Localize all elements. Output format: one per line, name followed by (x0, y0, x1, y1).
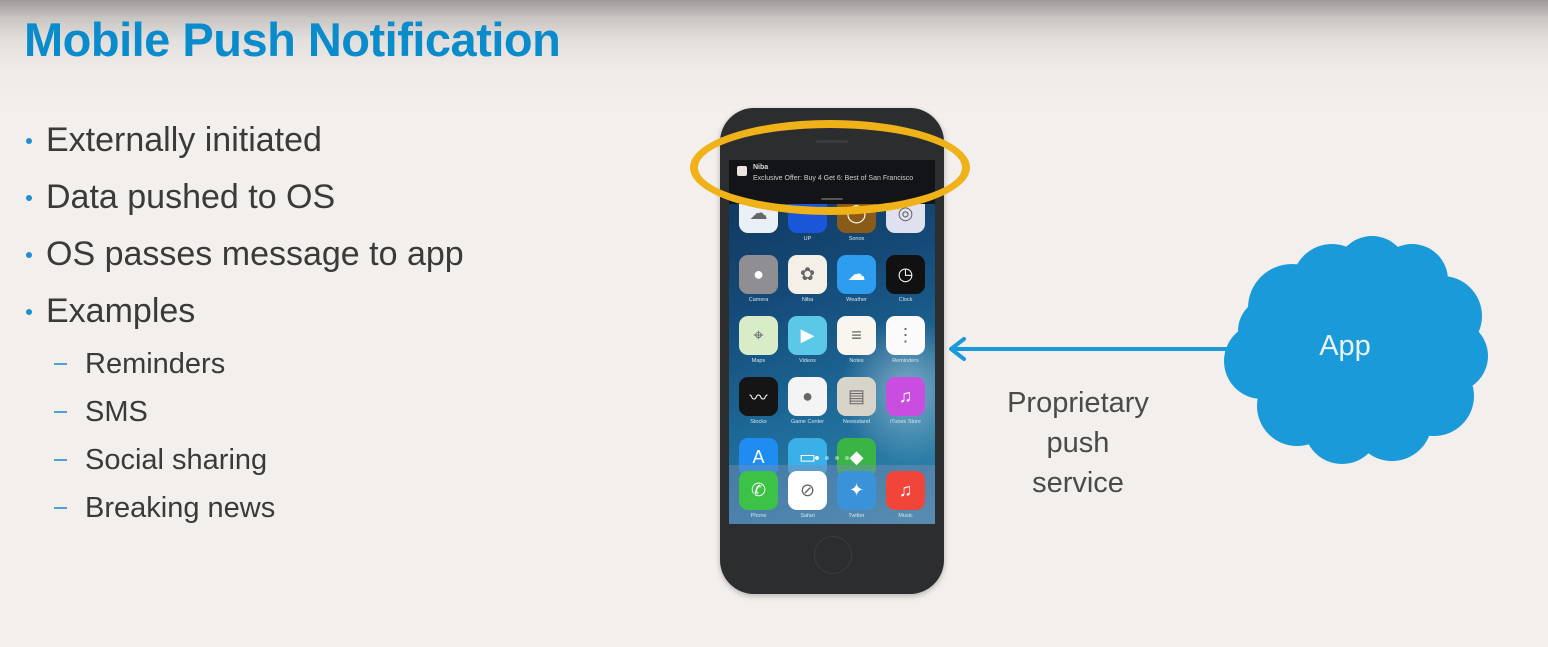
app-label: Niba (801, 297, 814, 303)
page-indicator (729, 456, 935, 460)
app-label: Newsstand (842, 419, 871, 425)
app-label: Music (898, 513, 913, 519)
highlight-ring (690, 120, 970, 215)
maps-icon: ⌖ (739, 316, 778, 355)
app-niba: ✿ Niba (783, 255, 832, 303)
bullet-text: OS passes message to app (46, 235, 464, 273)
bullet-text: Examples (46, 292, 196, 330)
page-dot (825, 456, 829, 460)
bullet-text: Data pushed to OS (46, 178, 336, 216)
sub-bullet-text: SMS (85, 395, 148, 428)
app-label: Maps (751, 358, 766, 364)
app-clock: ◷ Clock (881, 255, 930, 303)
app-videos: ▶ Videos (783, 316, 832, 364)
bullet-item: Data pushed to OS (22, 169, 464, 226)
app-label: Camera (748, 297, 769, 303)
sub-bullet-text: Social sharing (85, 443, 268, 476)
app-label: Twitter (848, 513, 865, 519)
sub-bullet-text: Reminders (85, 347, 226, 380)
sub-bullet-item: SMS (52, 388, 464, 436)
page-dot (815, 456, 819, 460)
bullet-item: OS passes message to app (22, 226, 464, 283)
stocks-icon: 〰 (739, 377, 778, 416)
app-label: Reminders (892, 358, 919, 364)
dock: ✆ Phone ⊘ Safari ✦ Twitter ♫ Music (729, 465, 935, 524)
sub-bullet-item: Breaking news (52, 484, 464, 532)
dash-icon (54, 411, 67, 413)
app-reminders: ⋮ Reminders (881, 316, 930, 364)
bullet-dot-icon (26, 137, 32, 144)
videos-icon: ▶ (788, 316, 827, 355)
bullet-dot-icon (26, 251, 32, 258)
sub-bullet-text: Breaking news (85, 491, 276, 524)
game-center-icon: ● (788, 377, 827, 416)
app-label: Safari (800, 513, 815, 519)
page-dot (835, 456, 839, 460)
niba-icon: ✿ (788, 255, 827, 294)
twitter-icon: ✦ (837, 471, 876, 510)
app-phone: ✆ Phone (734, 471, 783, 524)
bullet-text: Externally initiated (46, 121, 322, 159)
phone-icon: ✆ (739, 471, 778, 510)
app-safari: ⊘ Safari (783, 471, 832, 524)
sub-bullet-list: Reminders SMS Social sharing Breaking ne… (52, 340, 464, 532)
itunes-store-icon: ♫ (886, 377, 925, 416)
app-camera: ● Camera (734, 255, 783, 303)
weather-icon: ☁ (837, 255, 876, 294)
home-button (814, 536, 852, 574)
home-screen-grid: ☁ UP ◯ Sonos ◎ ● Camera ✿ Niba ☁ Weather ◷ Clock ⌖ Map… (729, 194, 935, 486)
safari-icon: ⊘ (788, 471, 827, 510)
push-label-line: Proprietary (1007, 387, 1149, 419)
bullet-dot-icon (26, 308, 32, 315)
page-dot (845, 456, 849, 460)
app-label: Sonos (848, 236, 865, 242)
bullet-item: Examples (22, 283, 464, 340)
app-twitter: ✦ Twitter (832, 471, 881, 524)
app-label: UP (803, 236, 812, 242)
app-label: Phone (750, 513, 767, 519)
push-label-line: service (1032, 467, 1124, 499)
newsstand-icon: ▤ (837, 377, 876, 416)
clock-icon: ◷ (886, 255, 925, 294)
slide-title: Mobile Push Notification (24, 13, 561, 66)
notes-icon: ≡ (837, 316, 876, 355)
dash-icon (54, 507, 67, 509)
push-service-label: Proprietary push service (978, 383, 1178, 503)
app-music: ♫ Music (881, 471, 930, 524)
sub-bullet-item: Reminders (52, 340, 464, 388)
app-game-center: ● Game Center (783, 377, 832, 425)
dash-icon (54, 459, 67, 461)
music-icon: ♫ (886, 471, 925, 510)
dash-icon (54, 363, 67, 365)
app-itunes-store: ♫ iTunes Store (881, 377, 930, 425)
app-label: iTunes Store (890, 419, 921, 425)
app-label: Game Center (790, 419, 824, 425)
sub-bullet-item: Social sharing (52, 436, 464, 484)
bullet-item: Externally initiated (22, 112, 464, 169)
app-maps: ⌖ Maps (734, 316, 783, 364)
app-stocks: 〰 Stocks (734, 377, 783, 425)
app-notes: ≡ Notes (832, 316, 881, 364)
app-newsstand: ▤ Newsstand (832, 377, 881, 425)
push-arrow (949, 337, 1236, 361)
bullet-list: Externally initiated Data pushed to OS O… (22, 112, 464, 532)
app-weather: ☁ Weather (832, 255, 881, 303)
app-label: Stocks (750, 419, 767, 425)
app-label: Videos (799, 358, 816, 364)
bullet-dot-icon (26, 194, 32, 201)
camera-icon: ● (739, 255, 778, 294)
app-label: Notes (849, 358, 864, 364)
push-label-line: push (1046, 427, 1110, 459)
reminders-icon: ⋮ (886, 316, 925, 355)
cloud-label: App (1319, 330, 1371, 362)
app-label: Clock (898, 297, 913, 303)
app-label: Weather (846, 297, 867, 303)
